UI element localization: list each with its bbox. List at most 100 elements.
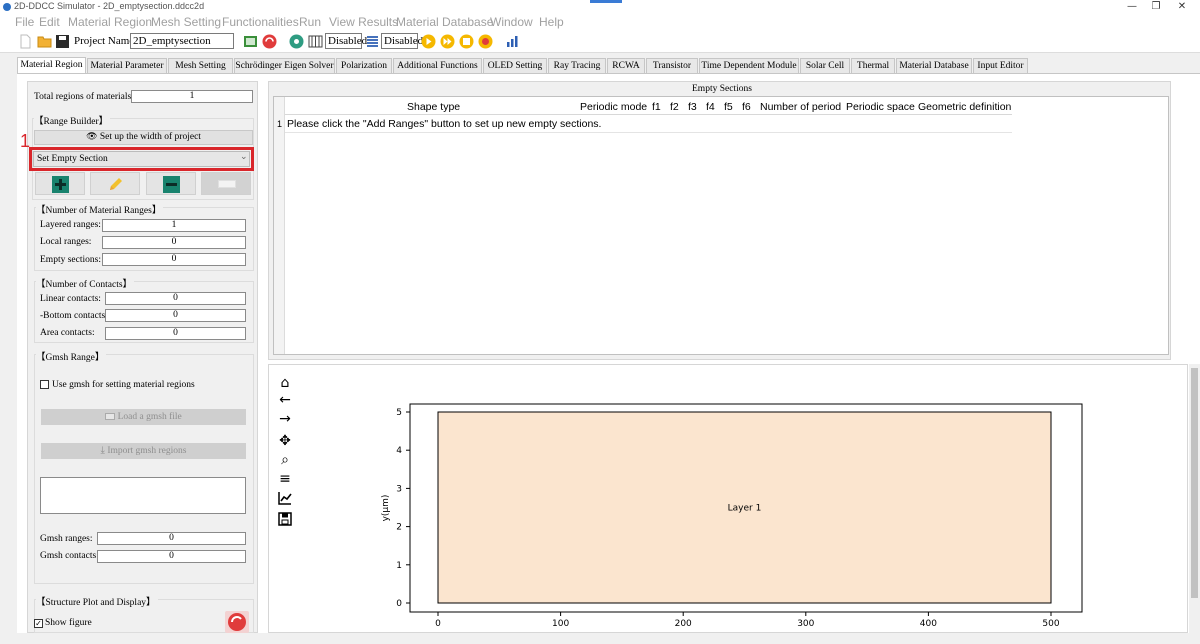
gmsh-contacts-field[interactable]: 0 — [97, 550, 246, 563]
list-icon[interactable] — [365, 34, 380, 49]
import-gmsh-button[interactable]: ⤓ Import gmsh regions — [41, 443, 246, 459]
close-icon[interactable]: ✕ — [1162, 0, 1200, 14]
toolbar: Project Name: 2D_emptysection Disabled D… — [0, 31, 1200, 53]
col-f1[interactable]: f1 — [652, 101, 661, 113]
area-contacts-label: Area contacts: — [40, 328, 95, 338]
tab-material-region[interactable]: Material Region — [17, 57, 86, 73]
col-periodic-space[interactable]: Periodic space — [846, 101, 915, 113]
y-tick-label: 1 — [396, 561, 402, 571]
add-range-button[interactable] — [35, 172, 85, 195]
new-file-icon[interactable] — [18, 34, 33, 49]
x-tick-label: 100 — [552, 619, 569, 629]
refresh-plot-icon[interactable] — [225, 611, 249, 633]
edit-range-button[interactable] — [90, 172, 140, 195]
pencil-icon — [110, 178, 122, 190]
run-icon[interactable] — [421, 34, 436, 49]
plot-scrollbar[interactable] — [1189, 364, 1200, 633]
zoom-icon[interactable]: ⌕ — [278, 453, 292, 467]
empty-sections-field[interactable]: 0 — [102, 253, 246, 266]
structure-plot-title: 【Structure Plot and Display】 — [36, 594, 158, 608]
load-gmsh-button[interactable]: Load a gmsh file — [41, 409, 246, 425]
col-f5[interactable]: f5 — [724, 101, 733, 113]
stop-icon[interactable] — [262, 34, 277, 49]
total-regions-field[interactable]: 1 — [131, 90, 253, 103]
open-folder-icon[interactable] — [37, 34, 52, 49]
structure-chart[interactable]: Layer 1 0 100 200 300 400 500 0 1 2 3 4 5 y(μm) — [370, 395, 1100, 630]
results-chart-icon[interactable] — [505, 34, 520, 49]
tab-oled-setting[interactable]: OLED Setting — [483, 58, 547, 73]
forward-arrow-icon[interactable]: → — [278, 412, 292, 426]
tab-rcwa[interactable]: RCWA — [607, 58, 645, 73]
setup-width-button[interactable]: 👁 Set up the width of project — [34, 130, 253, 145]
run-all-icon[interactable] — [440, 34, 455, 49]
x-tick-label: 500 — [1042, 619, 1059, 629]
tab-schrodinger-eigen-solver[interactable]: Schrödinger Eigen Solver — [234, 58, 335, 73]
tab-time-dependent-module[interactable]: Time Dependent Module — [699, 58, 799, 73]
col-f3[interactable]: f3 — [688, 101, 697, 113]
layered-ranges-field[interactable]: 1 — [102, 219, 246, 232]
tab-polarization[interactable]: Polarization — [336, 58, 392, 73]
pan-icon[interactable]: ✥ — [278, 434, 292, 448]
menu-help[interactable]: Help — [539, 15, 564, 29]
home-icon[interactable]: ⌂ — [278, 376, 292, 390]
col-f2[interactable]: f2 — [670, 101, 679, 113]
title-accent — [590, 0, 622, 3]
tab-material-database[interactable]: Material Database — [896, 58, 972, 73]
configure-subplots-icon[interactable]: ≡ — [278, 472, 292, 486]
linear-contacts-field[interactable]: 0 — [105, 292, 246, 305]
area-contacts-field[interactable]: 0 — [105, 327, 246, 340]
tab-thermal[interactable]: Thermal — [851, 58, 895, 73]
menu-edit[interactable]: Edit — [39, 15, 60, 29]
col-geometric-definition[interactable]: Geometric definition — [918, 101, 1011, 113]
contacts-title: 【Number of Contacts】 — [36, 276, 135, 290]
gmsh-ranges-field[interactable]: 0 — [97, 532, 246, 545]
scrollbar-thumb[interactable] — [1191, 368, 1198, 598]
section-type-select[interactable]: Set Empty Section ⌄ — [33, 151, 250, 167]
edit-axis-icon[interactable] — [278, 491, 292, 505]
local-ranges-field[interactable]: 0 — [102, 236, 246, 249]
tab-ray-tracing[interactable]: Ray Tracing — [548, 58, 606, 73]
tab-additional-functions[interactable]: Additional Functions — [393, 58, 482, 73]
settings-gear-icon[interactable] — [289, 34, 304, 49]
gmsh-title: 【Gmsh Range】 — [36, 349, 107, 363]
menu-file[interactable]: File — [15, 15, 34, 29]
remove-range-button[interactable] — [146, 172, 196, 195]
gmsh-regions-list[interactable] — [40, 477, 246, 514]
stop-run-icon[interactable] — [478, 34, 493, 49]
project-name-input[interactable]: 2D_emptysection — [130, 33, 234, 49]
mesh-view-icon[interactable] — [243, 34, 258, 49]
col-periodic-mode[interactable]: Periodic mode — [580, 101, 647, 113]
menu-material-database[interactable]: Material Database — [396, 15, 493, 29]
save-icon[interactable] — [278, 512, 292, 526]
tab-input-editor[interactable]: Input Editor — [973, 58, 1028, 73]
tab-transistor[interactable]: Transistor — [646, 58, 698, 73]
col-number-of-period[interactable]: Number of period — [760, 101, 841, 113]
empty-sections-title: Empty Sections — [692, 84, 752, 94]
tab-mesh-setting[interactable]: Mesh Setting — [168, 58, 233, 73]
bottom-contacts-label: -Bottom contacts: — [40, 311, 108, 321]
menu-window[interactable]: Window — [490, 15, 533, 29]
back-arrow-icon[interactable]: ← — [278, 393, 292, 407]
menu-view-results[interactable]: View Results — [329, 15, 398, 29]
import-gmsh-label: Import gmsh regions — [107, 446, 187, 456]
layers-grid-icon[interactable] — [308, 34, 323, 49]
save-file-icon[interactable] — [55, 34, 70, 49]
show-figure-checkbox[interactable]: ✓ — [34, 619, 43, 628]
col-f6[interactable]: f6 — [742, 101, 751, 113]
gmsh-checkbox[interactable] — [40, 380, 49, 389]
window-title: 2D-DDCC Simulator - 2D_emptysection.ddcc… — [14, 1, 205, 11]
tab-material-parameter[interactable]: Material Parameter — [87, 58, 167, 73]
status-bar — [0, 633, 1200, 644]
col-shape-type[interactable]: Shape type — [407, 101, 460, 113]
menu-run[interactable]: Run — [299, 15, 321, 29]
col-f4[interactable]: f4 — [706, 101, 715, 113]
tab-solar-cell[interactable]: Solar Cell — [800, 58, 850, 73]
chevron-down-icon: ⌄ — [240, 152, 248, 162]
empty-sections-table[interactable] — [273, 96, 1169, 355]
clear-range-button[interactable] — [201, 172, 251, 195]
menu-material-region[interactable]: Material Region — [68, 15, 152, 29]
batch-run-icon[interactable] — [459, 34, 474, 49]
bottom-contacts-field[interactable]: 0 — [105, 309, 246, 322]
menu-mesh-setting[interactable]: Mesh Setting — [151, 15, 221, 29]
menu-functionalities[interactable]: Functionalities — [222, 15, 299, 29]
